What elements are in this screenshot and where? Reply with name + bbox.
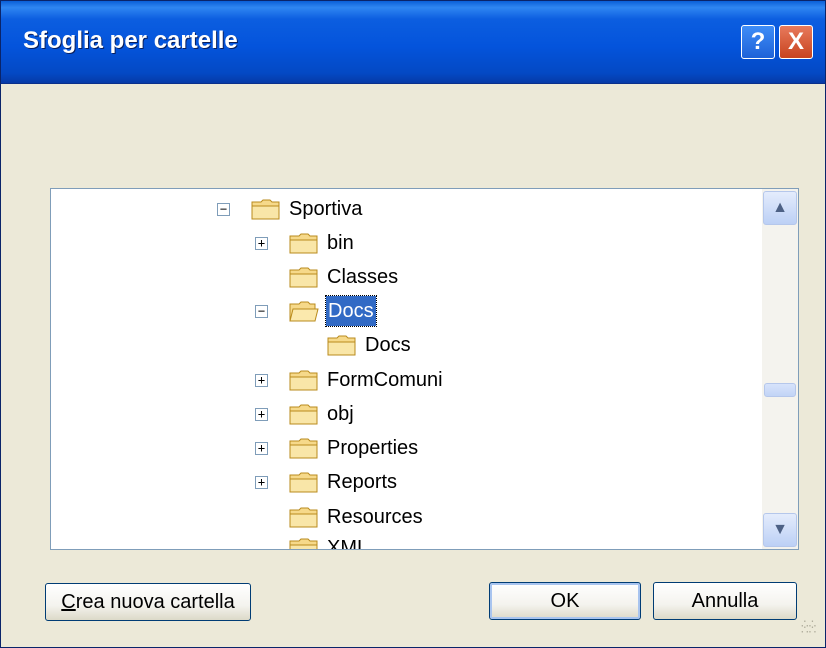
- tree-node-label: obj: [327, 403, 354, 425]
- folder-icon: [289, 370, 318, 391]
- help-button[interactable]: ?: [741, 25, 775, 59]
- tree-node-label: Classes: [327, 266, 399, 288]
- collapse-icon[interactable]: −: [255, 305, 268, 318]
- tree-node-label: XML: [327, 537, 369, 550]
- folder-icon: [289, 438, 318, 459]
- tree-node-label: Resources: [327, 506, 423, 528]
- folder-icon: [289, 233, 318, 254]
- folder-icon: [289, 507, 318, 528]
- create-folder-accelerator: C: [61, 591, 76, 613]
- expand-icon[interactable]: +: [255, 374, 268, 387]
- vertical-scrollbar[interactable]: ▲ ▼: [762, 189, 798, 549]
- chevron-up-icon: ▲: [772, 199, 788, 216]
- scroll-thumb[interactable]: [764, 383, 796, 397]
- close-icon: X: [787, 28, 804, 55]
- scroll-down-button[interactable]: ▼: [763, 513, 797, 547]
- tree-node-label: Reports: [327, 471, 398, 493]
- tree-node-label: FormComuni: [327, 369, 443, 391]
- folder-icon: [289, 472, 318, 493]
- resize-grip-icon[interactable]: ∴∴ ∴∴: [801, 618, 819, 639]
- expand-icon[interactable]: +: [255, 442, 268, 455]
- dialog-title: Sfoglia per cartelle: [23, 27, 238, 54]
- create-folder-button[interactable]: Crea nuova cartella: [45, 583, 251, 621]
- folder-icon: [289, 404, 318, 425]
- folder-browser-dialog: Sfoglia per cartelle ? X − Sportiva + bi…: [0, 0, 826, 648]
- folder-icon: [289, 538, 318, 549]
- folder-tree[interactable]: − Sportiva + bin Classes − Docs Docs + F…: [50, 188, 799, 550]
- scroll-up-button[interactable]: ▲: [763, 191, 797, 225]
- ok-button[interactable]: OK: [489, 582, 641, 620]
- close-button[interactable]: X: [779, 25, 813, 59]
- expand-icon[interactable]: +: [255, 476, 268, 489]
- create-folder-label: rea nuova cartella: [75, 591, 235, 613]
- folder-icon: [251, 199, 280, 220]
- collapse-icon[interactable]: −: [217, 203, 230, 216]
- tree-node-label: bin: [327, 232, 354, 254]
- folder-icon: [327, 335, 356, 356]
- tree-node-label: Sportiva: [289, 198, 363, 220]
- tree-node-label: Properties: [327, 437, 419, 459]
- cancel-button[interactable]: Annulla: [653, 582, 797, 620]
- expand-icon[interactable]: +: [255, 237, 268, 250]
- title-bar[interactable]: Sfoglia per cartelle ? X: [1, 1, 825, 84]
- help-icon: ?: [750, 28, 766, 55]
- folder-icon: [289, 267, 318, 288]
- open-folder-icon: [289, 301, 319, 322]
- chevron-down-icon: ▼: [772, 521, 788, 538]
- tree-node-label: Docs: [365, 334, 411, 356]
- tree-node-label-selected: Docs: [325, 295, 377, 327]
- expand-icon[interactable]: +: [255, 408, 268, 421]
